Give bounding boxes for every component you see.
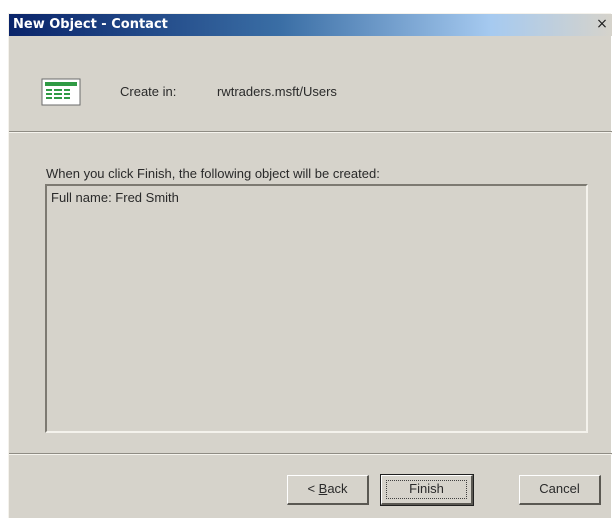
title-bar[interactable]: New Object - Contact ×	[9, 14, 612, 36]
info-text: When you click Finish, the following obj…	[46, 166, 380, 181]
contact-card-icon	[41, 78, 81, 106]
create-in-path: rwtraders.msft/Users	[217, 84, 337, 99]
summary-full-name: Full name: Fred Smith	[51, 190, 179, 205]
header-separator	[9, 131, 612, 133]
focus-indicator	[386, 480, 467, 499]
finish-button[interactable]: Finish	[380, 474, 474, 506]
window-title: New Object - Contact	[13, 17, 168, 32]
cancel-button[interactable]: Cancel	[519, 475, 601, 505]
object-summary-box[interactable]: Full name: Fred Smith	[45, 184, 588, 433]
footer-separator	[9, 453, 612, 455]
back-button[interactable]: < Back	[287, 475, 369, 505]
close-button[interactable]: ×	[594, 16, 610, 32]
dialog-window: New Object - Contact × Create in: rwtrad…	[8, 13, 612, 518]
create-in-label: Create in:	[120, 84, 177, 99]
